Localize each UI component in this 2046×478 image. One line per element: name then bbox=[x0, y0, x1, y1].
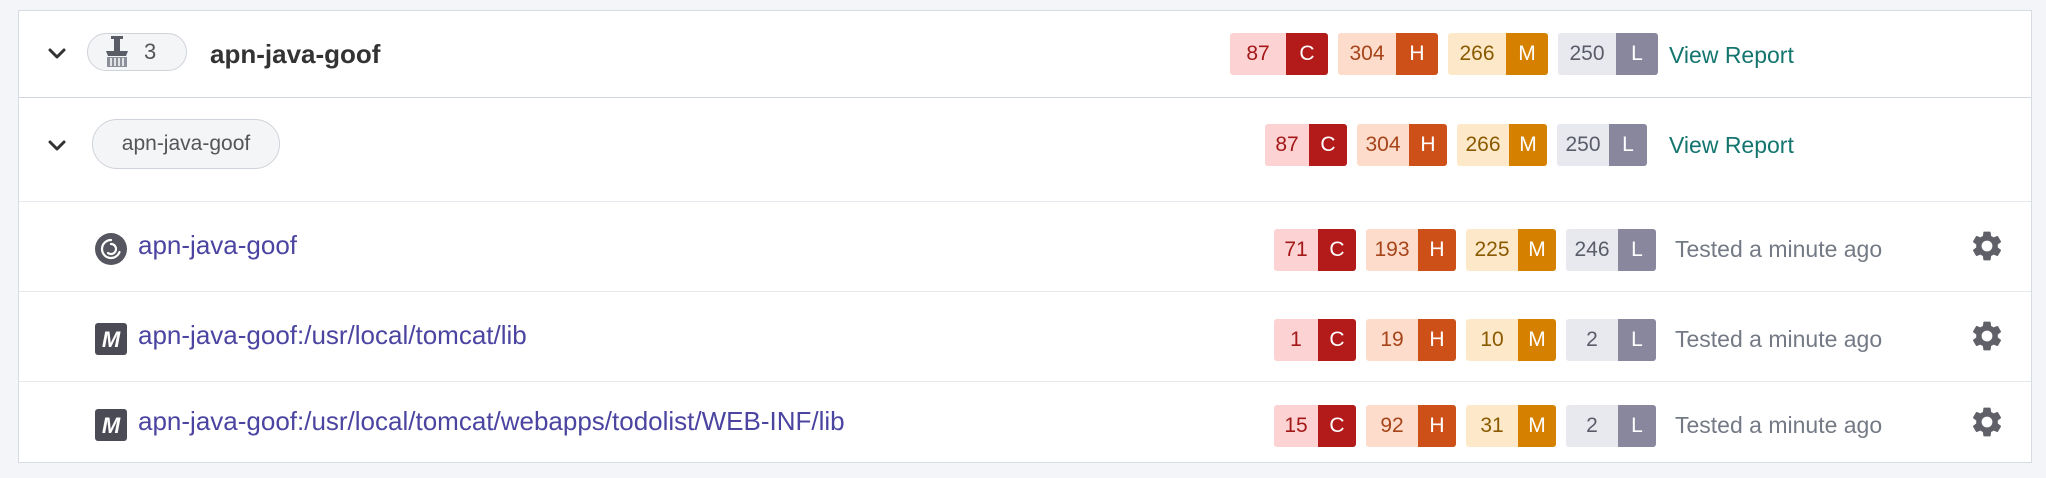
project-row: apn-java-goof 71 C 193 H 225 M 246 L Tested … bbox=[19, 202, 2031, 292]
docker-container-icon bbox=[102, 35, 132, 69]
low-badge: 246 L bbox=[1566, 229, 1656, 271]
issue-badges: 87 C 304 H 266 M 250 L bbox=[1265, 124, 1657, 166]
issue-badges: 87 C 304 H 266 M 250 L bbox=[1230, 33, 1668, 75]
project-count: 3 bbox=[144, 39, 157, 64]
gear-icon[interactable] bbox=[1969, 228, 2005, 264]
chevron-down-icon[interactable] bbox=[45, 134, 69, 158]
critical-badge: 71 C bbox=[1274, 229, 1356, 271]
target-tag: apn-java-goof bbox=[92, 119, 280, 169]
svg-text:M: M bbox=[102, 327, 121, 352]
low-badge: 250 L bbox=[1558, 33, 1658, 75]
project-group-row: 3 apn-java-goof 87 C 304 H 266 M 250 L View … bbox=[19, 11, 2031, 98]
gear-icon[interactable] bbox=[1969, 318, 2005, 354]
low-badge: 2L bbox=[1566, 319, 1656, 361]
issue-badges: 15 C 92 H 31 M 2L bbox=[1274, 405, 1666, 447]
low-badge: 250 L bbox=[1557, 124, 1647, 166]
chevron-down-icon[interactable] bbox=[45, 42, 69, 66]
issue-badges: 71 C 193 H 225 M 246 L bbox=[1274, 229, 1666, 271]
high-badge: 304 H bbox=[1338, 33, 1438, 75]
medium-badge: 266 M bbox=[1448, 33, 1548, 75]
project-row: M apn-java-goof:/usr/local/tomcat/lib 1C… bbox=[19, 292, 2031, 382]
critical-badge: 87 C bbox=[1265, 124, 1347, 166]
issue-badges: 1C 19 H 10 M 2L bbox=[1274, 319, 1666, 361]
critical-badge: 1C bbox=[1274, 319, 1356, 361]
view-report-link[interactable]: View Report bbox=[1669, 42, 1794, 69]
container-count-pill: 3 bbox=[87, 33, 187, 71]
low-badge: 2L bbox=[1566, 405, 1656, 447]
target-row: apn-java-goof 87 C 304 H 266 M 250 L View Re… bbox=[19, 98, 2031, 202]
project-link[interactable]: apn-java-goof:/usr/local/tomcat/webapps/… bbox=[138, 406, 845, 437]
view-report-link[interactable]: View Report bbox=[1669, 132, 1794, 159]
critical-badge: 87 C bbox=[1230, 33, 1328, 75]
debian-icon bbox=[95, 233, 127, 265]
high-badge: 92 H bbox=[1366, 405, 1456, 447]
medium-badge: 10 M bbox=[1466, 319, 1556, 361]
svg-text:M: M bbox=[102, 413, 121, 438]
medium-badge: 31 M bbox=[1466, 405, 1556, 447]
project-list: 3 apn-java-goof 87 C 304 H 266 M 250 L View … bbox=[18, 10, 2032, 463]
high-badge: 19 H bbox=[1366, 319, 1456, 361]
tested-time: Tested a minute ago bbox=[1675, 326, 1883, 352]
medium-badge: 266 M bbox=[1457, 124, 1547, 166]
critical-badge: 15 C bbox=[1274, 405, 1356, 447]
project-link[interactable]: apn-java-goof:/usr/local/tomcat/lib bbox=[138, 320, 527, 351]
project-link[interactable]: apn-java-goof bbox=[138, 230, 297, 261]
tested-time: Tested a minute ago bbox=[1675, 236, 1883, 262]
project-row: M apn-java-goof:/usr/local/tomcat/webapp… bbox=[19, 382, 2031, 463]
medium-badge: 225 M bbox=[1466, 229, 1556, 271]
high-badge: 193 H bbox=[1366, 229, 1456, 271]
gear-icon[interactable] bbox=[1969, 404, 2005, 440]
group-title: apn-java-goof bbox=[210, 39, 381, 69]
high-badge: 304 H bbox=[1357, 124, 1447, 166]
tested-time: Tested a minute ago bbox=[1675, 412, 1883, 438]
maven-icon: M bbox=[95, 409, 127, 441]
maven-icon: M bbox=[95, 323, 127, 355]
